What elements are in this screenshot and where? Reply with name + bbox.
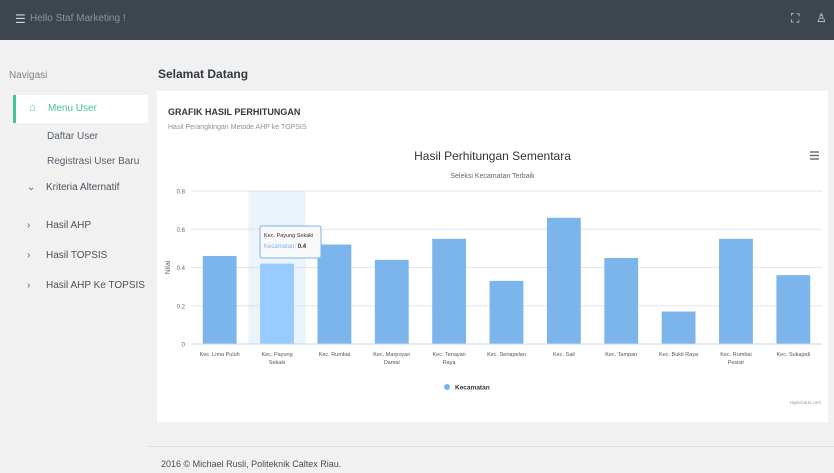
- chart-bar[interactable]: [489, 280, 524, 344]
- y-axis-title: Nilai: [165, 260, 172, 274]
- top-navbar: ☰ Hello Staf Marketing ! ⛶ ♙: [0, 0, 834, 40]
- chart-bar[interactable]: [374, 259, 409, 344]
- sidebar-item-menu-user[interactable]: ⌂ Menu User: [13, 95, 148, 123]
- x-tick-label: Pesisir: [728, 360, 745, 366]
- x-tick-label: Kec. Sail: [553, 352, 575, 358]
- legend-marker[interactable]: [444, 384, 450, 390]
- y-tick-label: 0.2: [177, 304, 186, 310]
- chart-bar[interactable]: [776, 275, 811, 344]
- greeting-text: Hello Staf Marketing !: [30, 13, 126, 24]
- home-icon: ⌂: [29, 102, 36, 114]
- tooltip-box: [259, 225, 322, 259]
- x-tick-label: Kec. Sukajadi: [776, 352, 810, 358]
- chart-title: Hasil Perhitungan Sementara: [414, 149, 571, 163]
- chevron-right-icon: ›: [27, 220, 31, 231]
- hamburger-menu-icon[interactable]: ☰: [15, 12, 26, 26]
- x-tick-label: Kec. Lima Puluh: [200, 352, 240, 358]
- sidebar-subitem-registrasi-user[interactable]: Registrasi User Baru: [47, 156, 139, 167]
- x-tick-label: Damai: [384, 360, 400, 366]
- sidebar-item-hasil-topsis[interactable]: › Hasil TOPSIS: [27, 250, 107, 261]
- chevron-right-icon: ›: [27, 250, 31, 261]
- sidebar-item-hasil-ahp[interactable]: › Hasil AHP: [27, 220, 91, 231]
- user-icon[interactable]: ♙: [816, 11, 827, 25]
- bar-chart: Hasil Perhitungan Sementara Seleksi Kecam…: [165, 149, 822, 405]
- y-tick-label: 0.8: [177, 190, 186, 196]
- chart-bar[interactable]: [260, 263, 294, 344]
- chart-bar[interactable]: [661, 311, 696, 344]
- y-tick-label: 0.6: [177, 228, 186, 234]
- brand-area: ☰ Hello Staf Marketing !: [0, 0, 148, 40]
- y-tick-label: 0: [182, 343, 186, 349]
- x-tick-label: Kec. Bukit Raya: [659, 352, 699, 358]
- x-tick-label: Kec. Tenayan: [433, 352, 466, 358]
- sidebar-item-hasil-ahp-ke-topsis[interactable]: › Hasil AHP Ke TOPSIS: [27, 280, 145, 291]
- x-tick-label: Kec. Rumbai: [720, 352, 752, 358]
- chart-bar[interactable]: [432, 238, 467, 344]
- y-tick-label: 0.4: [177, 266, 186, 272]
- chart-bar[interactable]: [604, 257, 639, 344]
- chart-subtitle: Seleksi Kecamatan Terbaik: [450, 173, 535, 180]
- chart-bar[interactable]: [719, 238, 753, 344]
- x-tick-label: Kec. Rumbai: [319, 352, 351, 358]
- sidebar-item-kriteria-alternatif[interactable]: ⌄ Kriteria Alternatif: [27, 182, 119, 193]
- tooltip-title: Kec. Payung Sekaki: [264, 233, 313, 239]
- chart-bar[interactable]: [202, 256, 237, 344]
- chart-bar[interactable]: [546, 217, 581, 344]
- tooltip-value-line: Kecamatan: 0.4: [264, 244, 307, 250]
- sidebar-item-label: Menu User: [48, 103, 97, 114]
- sidebar-item-label: Kriteria Alternatif: [46, 182, 120, 193]
- sidebar-item-label: Hasil AHP: [46, 220, 92, 231]
- chart-menu-icon[interactable]: [810, 151, 819, 160]
- sidebar-item-label: Hasil TOPSIS: [46, 250, 108, 261]
- page-title: Selamat Datang: [158, 67, 249, 81]
- x-tick-label: Kec. Payung: [261, 352, 292, 358]
- x-tick-label: Raya: [443, 360, 457, 366]
- chart-credit: Highcharts.com: [790, 400, 822, 405]
- chevron-down-icon: ⌄: [27, 182, 36, 193]
- chart-bar[interactable]: [317, 244, 352, 344]
- sidebar: Navigasi ⌂ Menu User Daftar User Registr…: [0, 40, 148, 472]
- legend-label: Kecamatan: [455, 385, 490, 392]
- footer-text: 2016 © Michael Rusli, Politeknik Caltex …: [161, 459, 342, 469]
- footer: 2016 © Michael Rusli, Politeknik Caltex …: [148, 446, 834, 473]
- sidebar-subitem-daftar-user[interactable]: Daftar User: [47, 131, 98, 142]
- x-tick-label: Kec. Marpoyan: [373, 352, 410, 358]
- x-tick-label: Sekaki: [269, 360, 286, 366]
- sidebar-title: Navigasi: [9, 70, 48, 81]
- x-tick-label: Kec. Tampan: [605, 352, 637, 358]
- chevron-right-icon: ›: [27, 280, 31, 291]
- fullscreen-icon[interactable]: ⛶: [791, 11, 799, 26]
- sidebar-item-label: Hasil AHP Ke TOPSIS: [46, 280, 145, 291]
- x-tick-label: Kec. Senapelan: [487, 352, 526, 358]
